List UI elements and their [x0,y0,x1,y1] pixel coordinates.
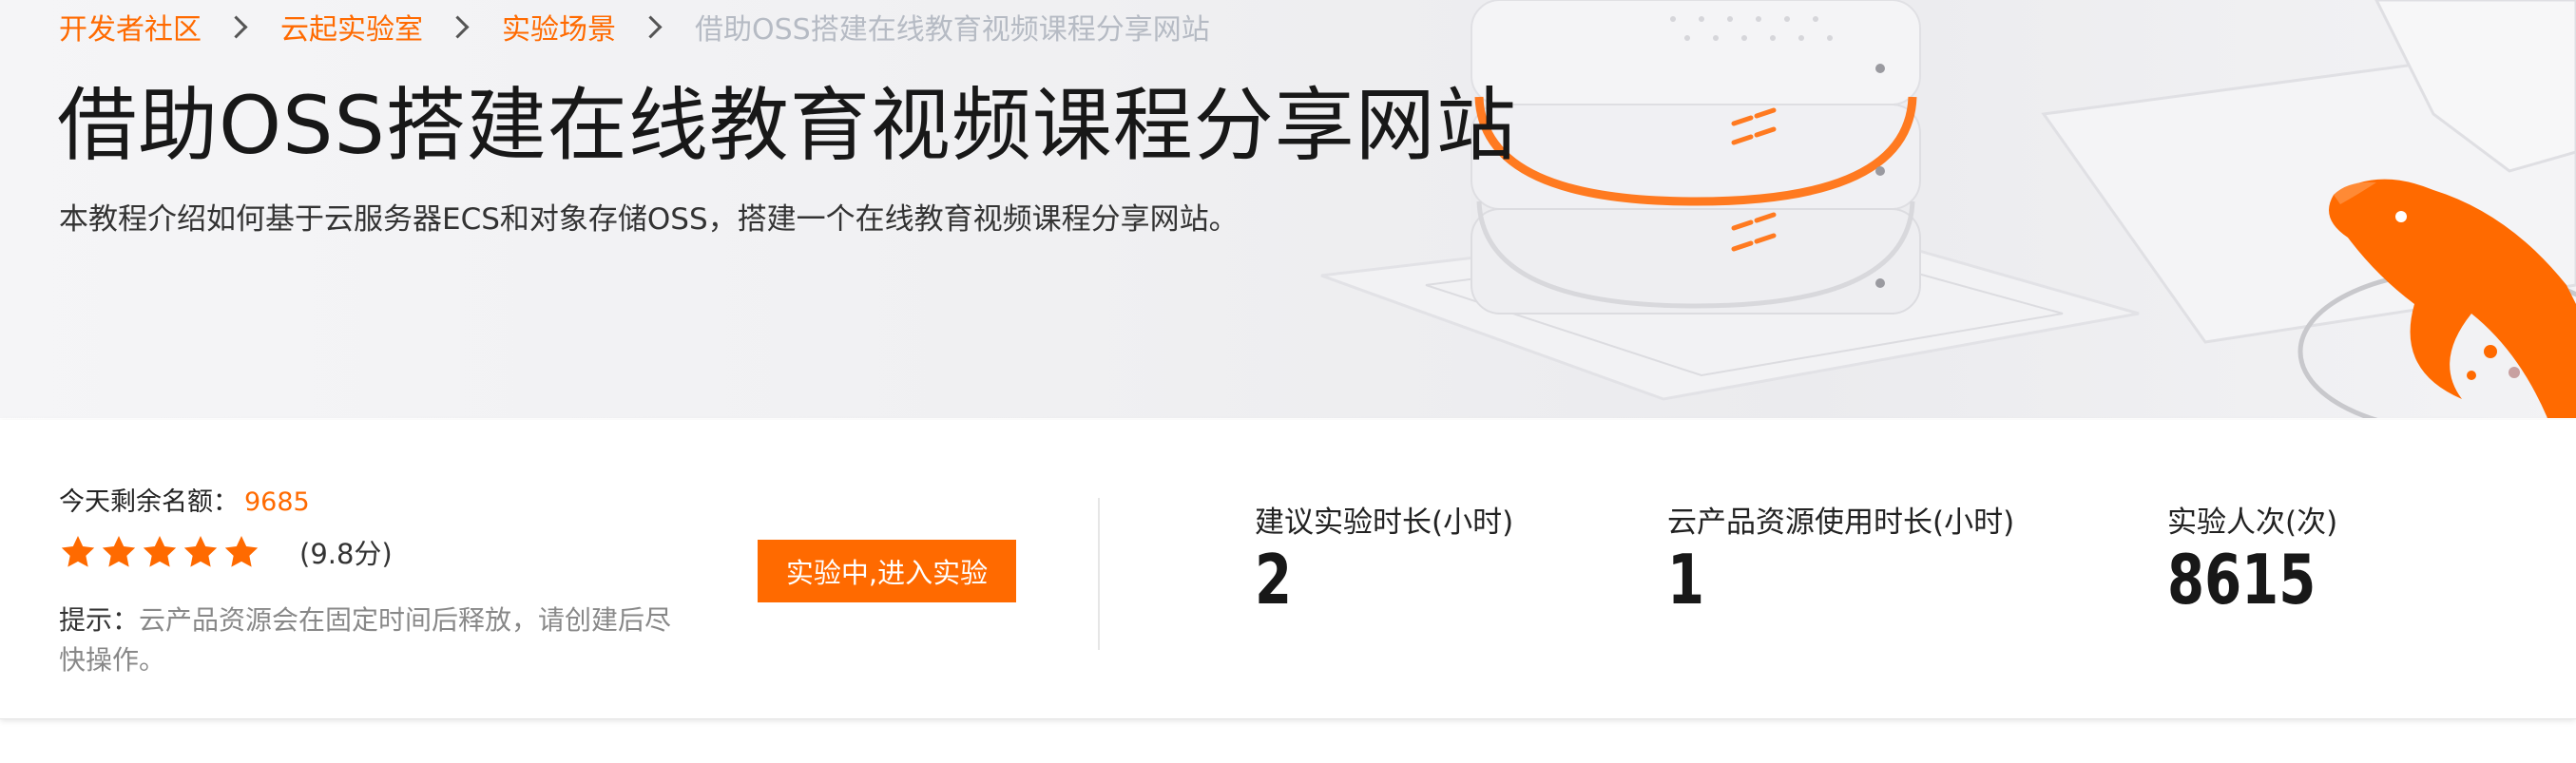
rating: (9.8分) [59,532,393,572]
rating-score: (9.8分) [299,538,393,570]
stat-value: 8615 [2167,540,2316,620]
chevron-right-icon [639,14,663,39]
rating-stars [59,533,263,571]
star-icon [183,536,218,567]
stat-label: 云产品资源使用时长(小时) [1667,505,2015,540]
stat-value: 2 [1255,540,1293,620]
quota: 今天剩余名额： 9685 [59,481,310,518]
stat-label: 实验人次(次) [2167,505,2338,540]
tip: 提示：云产品资源会在固定时间后释放，请创建后尽快操作。 [59,601,686,680]
tip-text: 云产品资源会在固定时间后释放，请创建后尽快操作。 [59,604,672,676]
stat-label: 建议实验时长(小时) [1255,505,1514,540]
stat-lab-attempts: 实验人次(次) 8615 [2167,498,2357,619]
page-description: 本教程介绍如何基于云服务器ECS和对象存储OSS，搭建一个在线教育视频课程分享网… [59,202,1239,237]
enter-lab-button[interactable]: 实验中,进入实验 [758,540,1016,602]
hero-banner: 开发者社区 云起实验室 实验场景 借助OSS搭建在线教育视频课程分享网站 借助O… [0,0,2576,418]
stat-resource-duration: 云产品资源使用时长(小时) 1 [1667,498,2014,619]
quota-label: 今天剩余名额： [59,487,239,517]
divider [1098,498,1100,650]
tip-label: 提示： [59,604,140,636]
star-icon [143,536,177,567]
chevron-right-icon [224,14,248,39]
page-title: 借助OSS搭建在线教育视频课程分享网站 [57,79,1517,172]
star-icon [102,536,136,567]
star-icon [61,536,95,567]
breadcrumb-current: 借助OSS搭建在线教育视频课程分享网站 [695,13,1210,47]
breadcrumb: 开发者社区 云起实验室 实验场景 借助OSS搭建在线教育视频课程分享网站 [59,6,1210,48]
stat-suggested-duration: 建议实验时长(小时) 2 [1255,498,1513,619]
stat-value: 1 [1667,540,1705,620]
quota-value: 9685 [244,487,310,517]
breadcrumb-item-developer-community[interactable]: 开发者社区 [59,6,202,48]
breadcrumb-item-lab-scenarios[interactable]: 实验场景 [502,6,616,48]
star-icon [224,536,259,567]
breadcrumb-item-yunqi-lab[interactable]: 云起实验室 [280,6,423,48]
lab-info-card: 今天剩余名额： 9685 (9.8分) 提示：云产品资源会在固定时间后释放，请创建… [0,420,2576,719]
chevron-right-icon [446,14,470,39]
